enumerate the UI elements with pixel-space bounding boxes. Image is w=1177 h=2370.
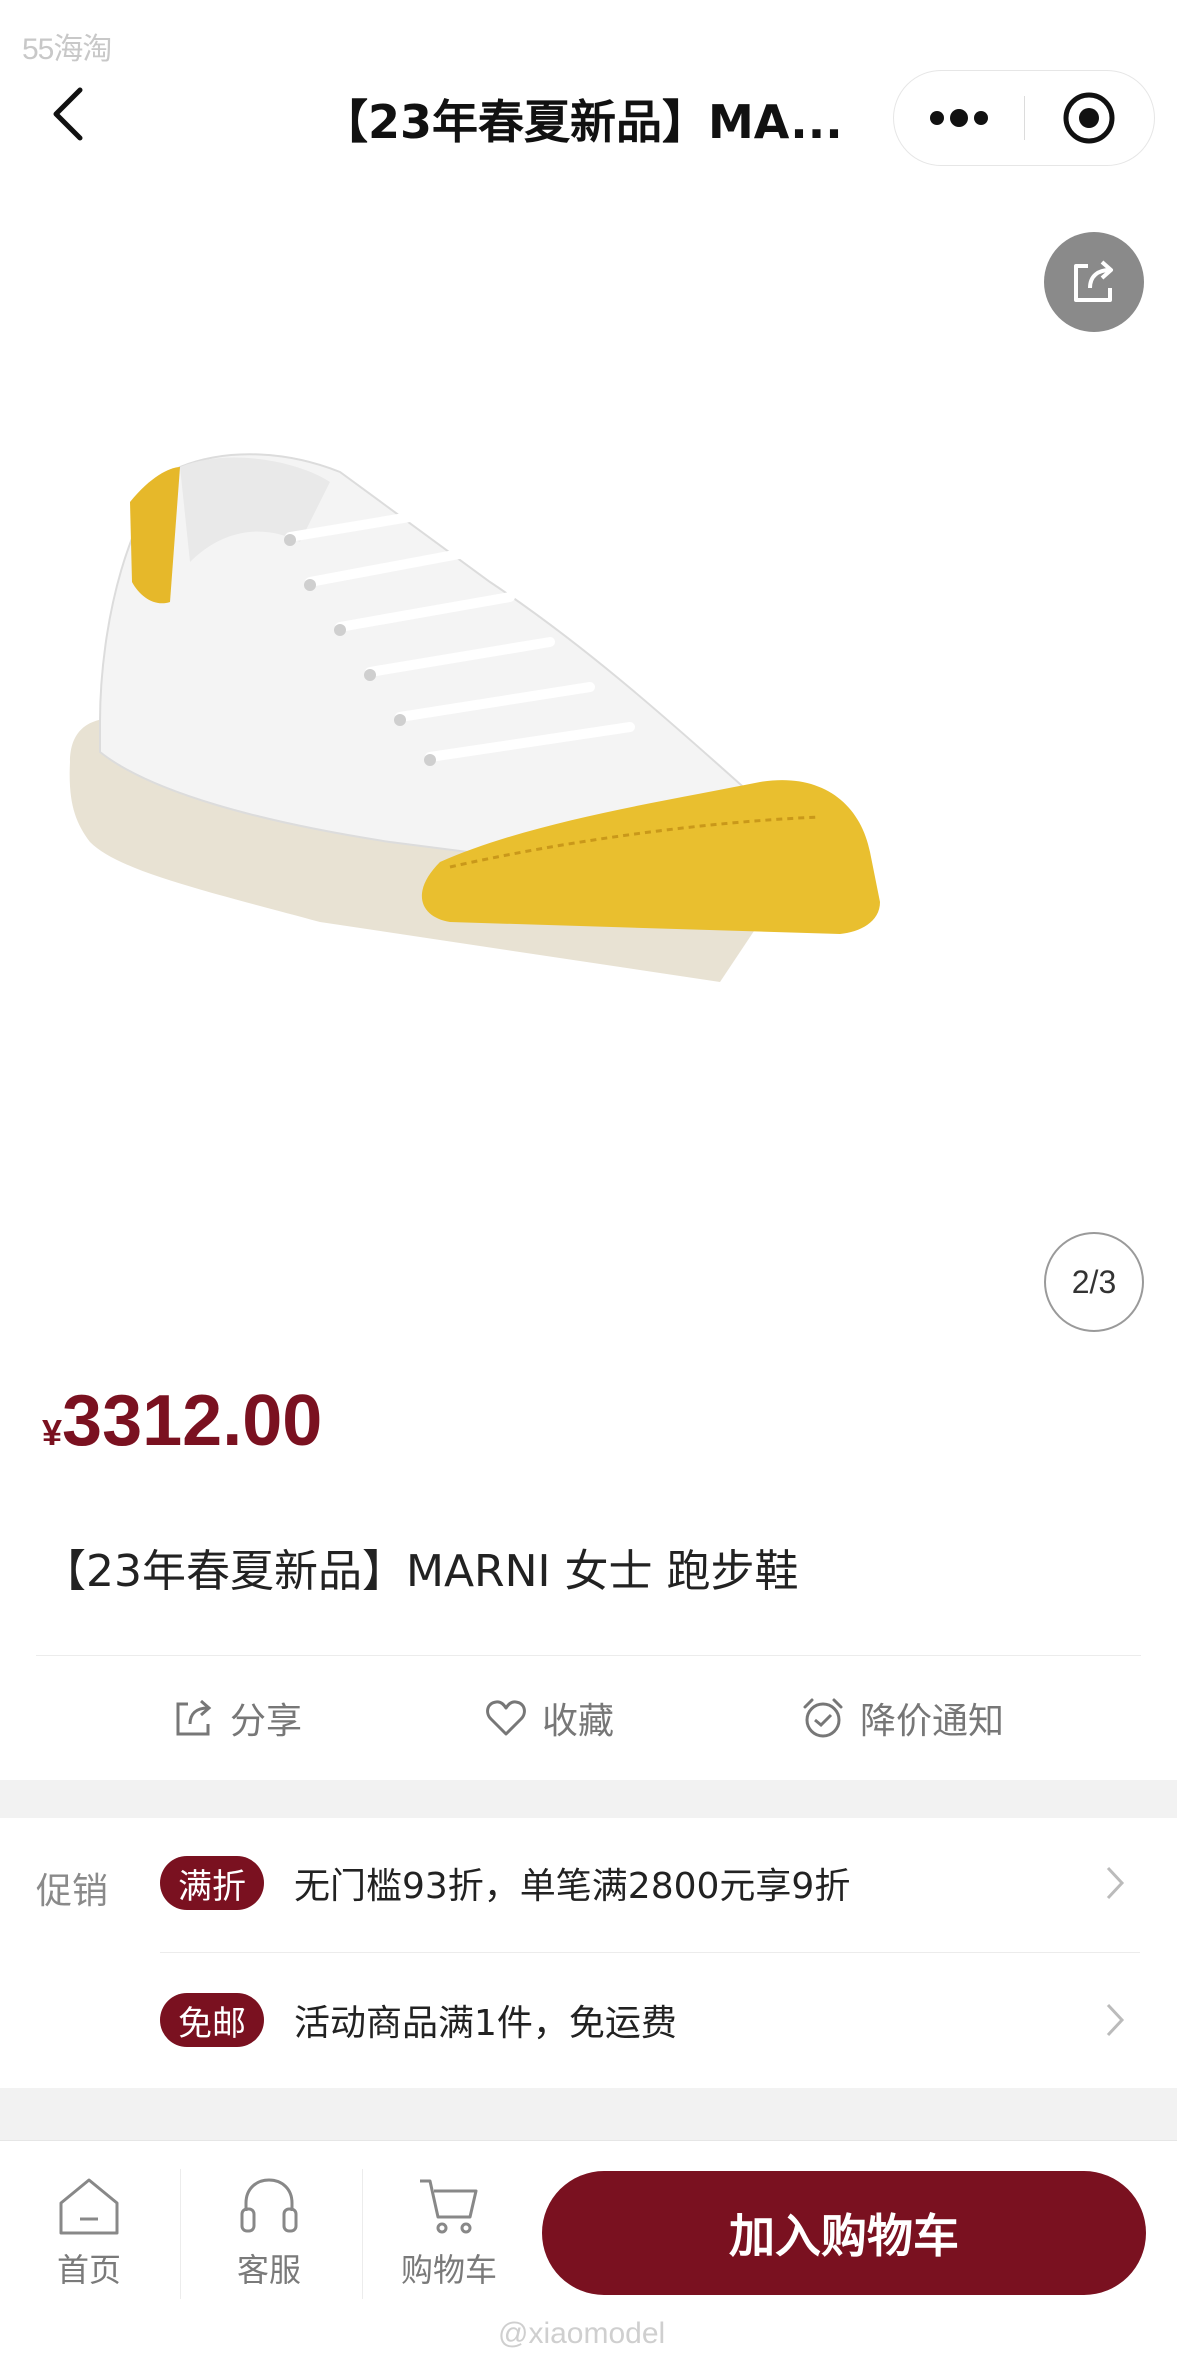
close-mini-program-button[interactable] — [1025, 71, 1155, 165]
promotion-badge: 免邮 — [160, 1993, 264, 2047]
more-dots-icon — [929, 109, 988, 127]
share-icon — [1074, 260, 1113, 302]
tab-customer-service[interactable]: 客服 — [194, 2175, 344, 2291]
tab-label: 购物车 — [400, 2251, 497, 2289]
promotion-badge: 满折 — [160, 1856, 264, 1910]
divider — [36, 1655, 1141, 1656]
chevron-left-icon — [53, 87, 83, 141]
alarm-clock-icon — [803, 1698, 843, 1738]
promotion-text: 活动商品满1件，免运费 — [294, 2003, 677, 2044]
share-floating-button[interactable] — [1044, 232, 1144, 332]
more-button[interactable] — [894, 71, 1024, 165]
price-drop-label: 降价通知 — [860, 1701, 1005, 1742]
section-gap — [0, 1780, 1177, 1818]
share-icon — [176, 1699, 212, 1736]
back-button[interactable] — [38, 84, 98, 144]
price: ¥3312.00 — [42, 1380, 322, 1462]
price-amount: 3312.00 — [62, 1381, 323, 1461]
price-drop-alert-button[interactable]: 降价通知 — [800, 1692, 1004, 1744]
divider — [160, 1952, 1140, 1953]
section-gap — [0, 2088, 1177, 2140]
mini-program-capsule — [893, 70, 1155, 166]
share-action-button[interactable]: 分享 — [172, 1692, 302, 1744]
tab-home[interactable]: 首页 — [14, 2175, 164, 2291]
heart-icon — [486, 1700, 526, 1736]
tab-label: 首页 — [56, 2251, 121, 2289]
favorite-label: 收藏 — [542, 1701, 615, 1742]
product-title: 【23年春夏新品】MARNI 女士 跑步鞋 — [42, 1546, 799, 1597]
add-to-cart-button[interactable]: 加入购物车 — [542, 2171, 1146, 2295]
watermark-bottom: @xiaomodel — [498, 2317, 666, 2350]
gallery-page-indicator: 2/3 — [1044, 1232, 1144, 1332]
promotion-label: 促销 — [36, 1871, 109, 1912]
tab-divider — [180, 2169, 181, 2299]
cart-icon — [420, 2179, 478, 2234]
home-icon — [59, 2178, 119, 2235]
chevron-right-icon — [1100, 1863, 1130, 1903]
tab-divider — [362, 2169, 363, 2299]
share-label: 分享 — [230, 1701, 303, 1742]
favorite-button[interactable]: 收藏 — [484, 1692, 614, 1744]
headset-icon — [240, 2178, 298, 2233]
product-actions: 分享 收藏 降价通知 — [0, 1660, 1177, 1770]
product-image — [69, 453, 880, 982]
navbar: 【23年春夏新品】MA... — [0, 60, 1177, 172]
page-title: 【23年春夏新品】MA... — [322, 95, 843, 149]
currency-symbol: ¥ — [42, 1412, 63, 1453]
tab-cart[interactable]: 购物车 — [374, 2175, 524, 2291]
promotion-row-free-shipping[interactable]: 免邮 活动商品满1件，免运费 — [160, 1975, 1140, 2065]
promotion-row-discount[interactable]: 满折 无门槛93折，单笔满2800元享9折 — [160, 1838, 1140, 1928]
bottom-tab-bar: 首页 客服 购物车 加入购物车 @xiaomodel — [0, 2140, 1177, 2370]
target-icon — [1063, 92, 1115, 144]
tab-label: 客服 — [236, 2251, 301, 2289]
chevron-right-icon — [1100, 2000, 1130, 2040]
product-gallery[interactable]: 2/3 — [0, 172, 1177, 1347]
promotion-text: 无门槛93折，单笔满2800元享9折 — [294, 1866, 851, 1907]
